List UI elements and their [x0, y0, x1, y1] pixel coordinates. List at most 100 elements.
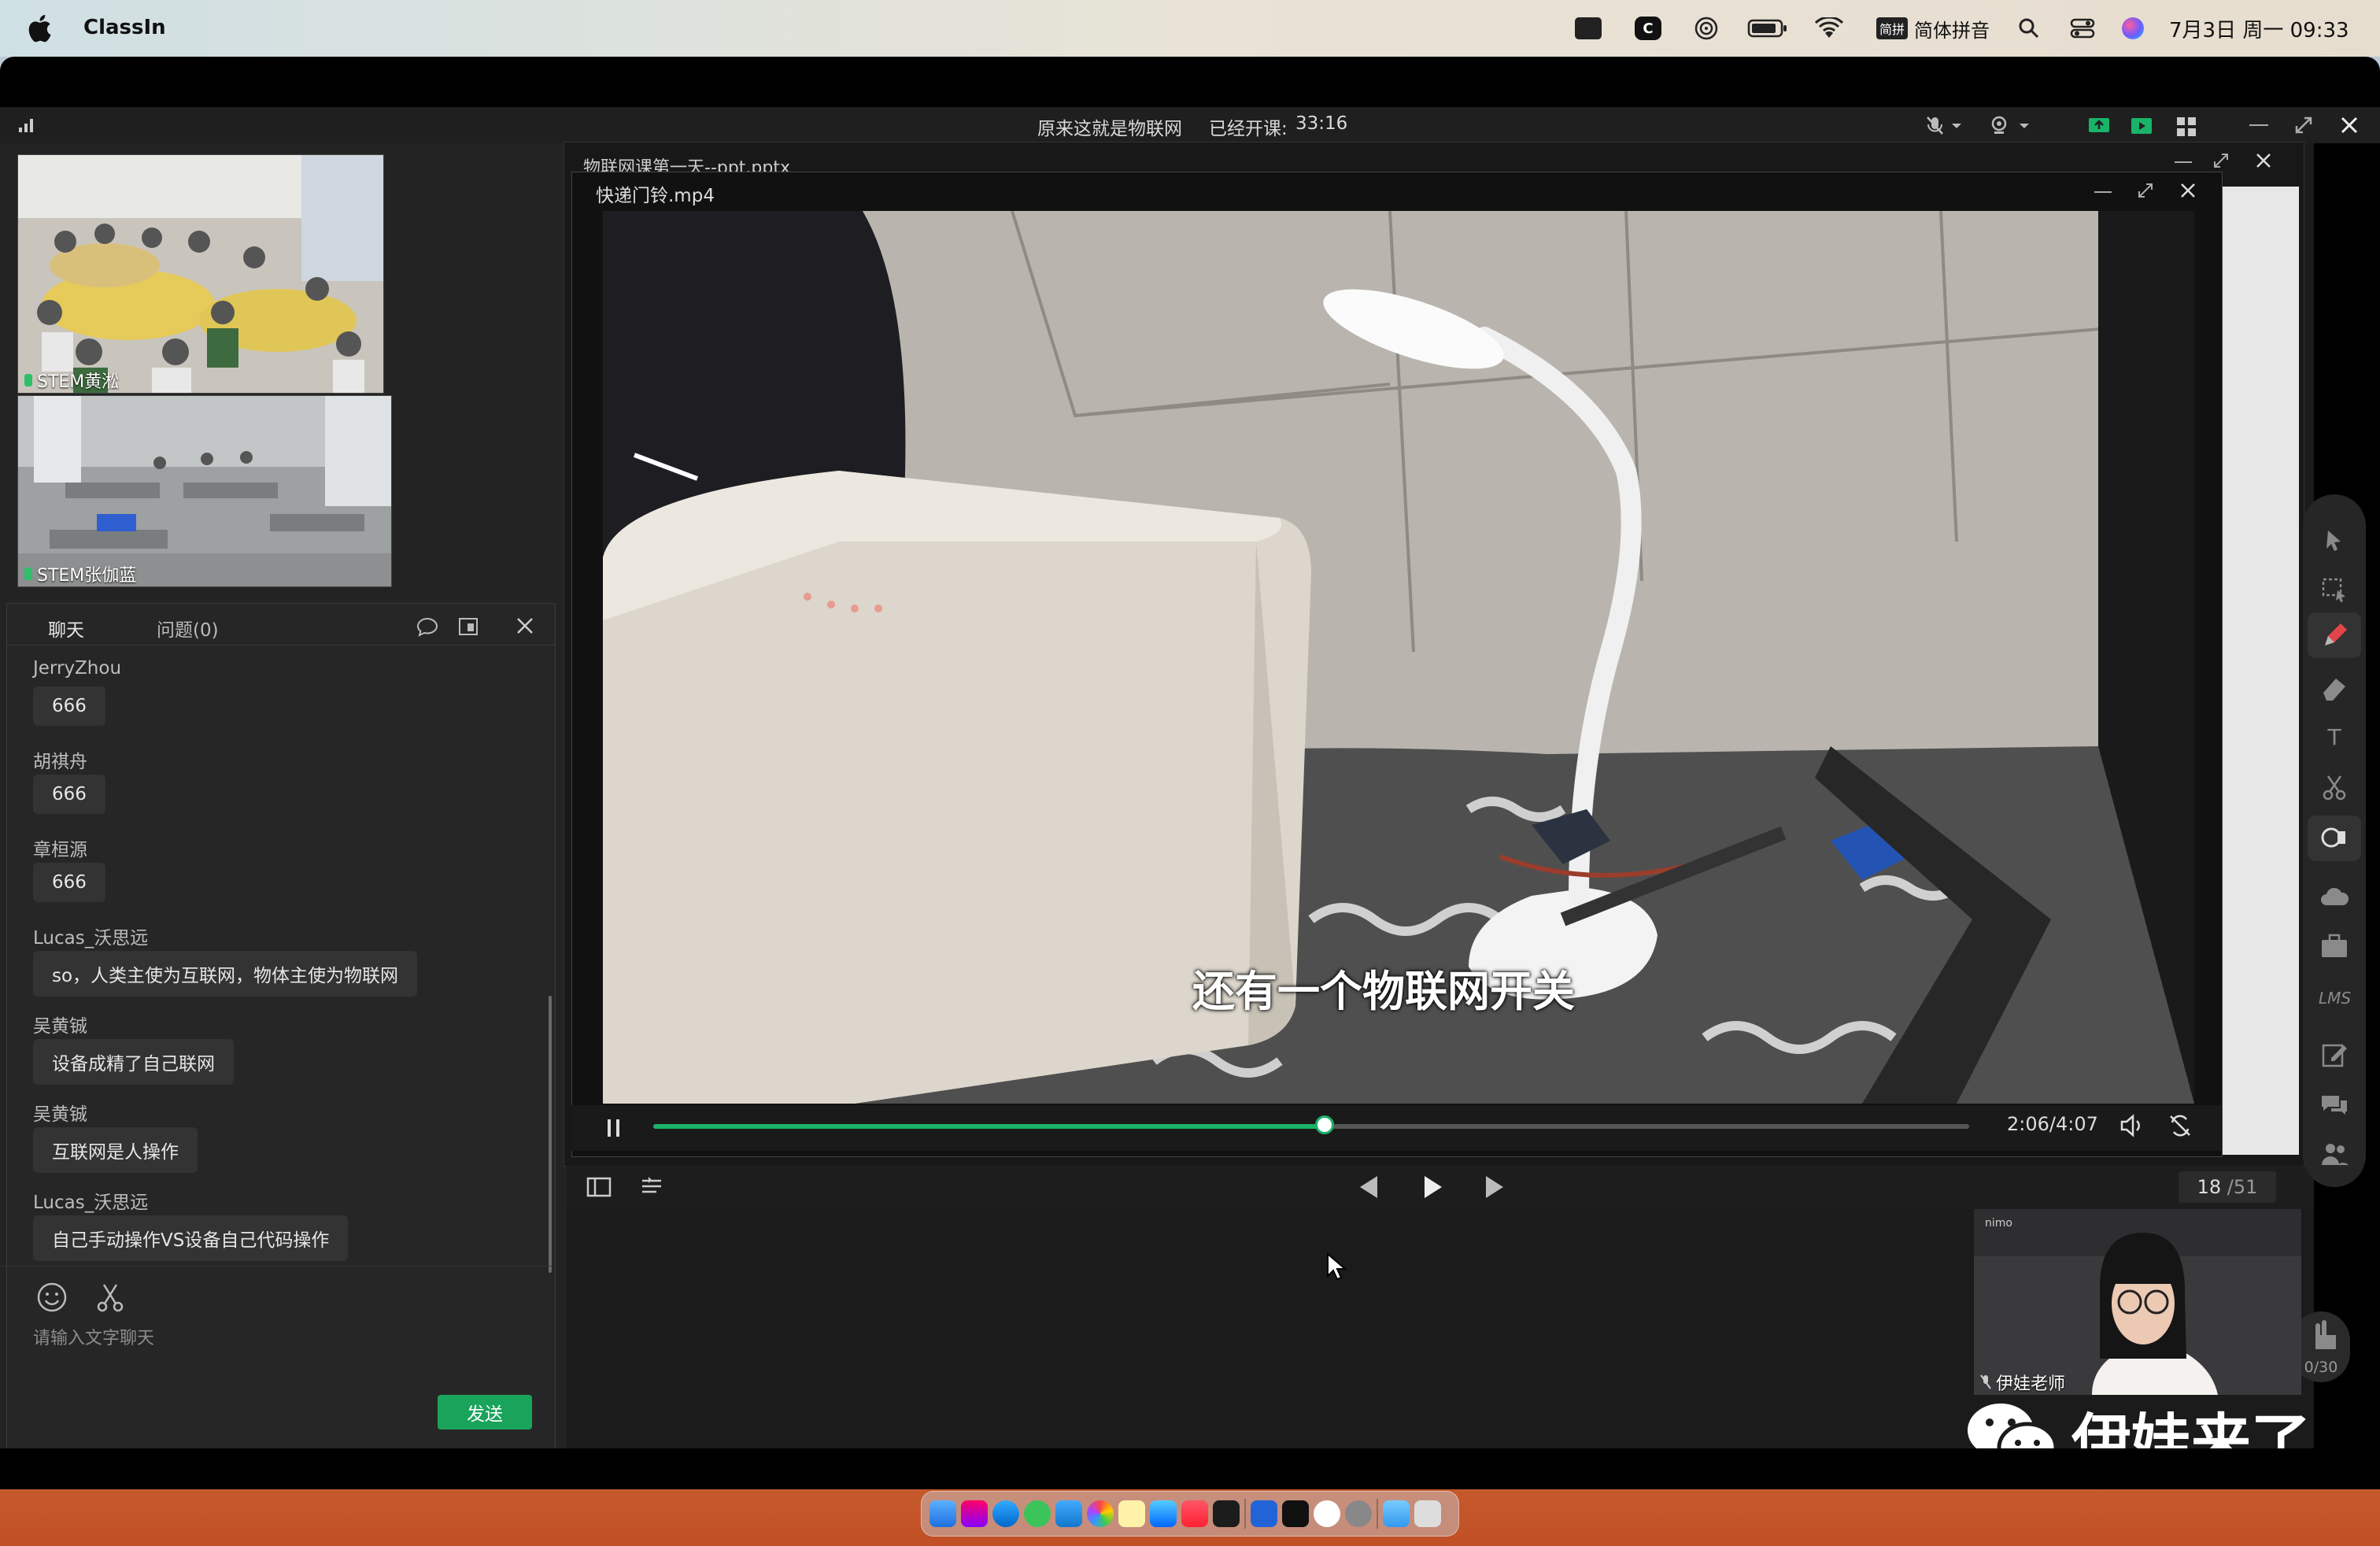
- message-user: 章桓源: [33, 840, 87, 860]
- camera-icon[interactable]: [1990, 115, 2034, 137]
- video-maximize-icon[interactable]: [2137, 182, 2154, 199]
- photos-icon[interactable]: [1087, 1500, 1114, 1527]
- input-icon: 简拼: [1876, 17, 1909, 39]
- dock: [921, 1491, 1459, 1537]
- launchpad-icon[interactable]: [961, 1500, 988, 1527]
- classroom-title-bar: 原来这就是物联网 已经开课: 33:16: [0, 107, 2380, 143]
- minimize-icon[interactable]: [2249, 124, 2268, 126]
- teacher-camera-image: [1974, 1209, 2301, 1395]
- text-tool-icon[interactable]: T: [2319, 721, 2350, 753]
- page-indicator[interactable]: 18 /51: [2179, 1171, 2276, 1203]
- classroom-video-image: [18, 396, 391, 586]
- feather-dock-icon[interactable]: [1282, 1500, 1309, 1527]
- video-progress-handle[interactable]: [1314, 1115, 1334, 1134]
- browser-dock-icon[interactable]: [1314, 1500, 1340, 1527]
- settings-dock-icon[interactable]: [1345, 1500, 1372, 1527]
- edit-tool-icon[interactable]: [2319, 1039, 2350, 1071]
- siri-icon[interactable]: [2117, 14, 2149, 43]
- raise-hand-icon: [2315, 1320, 2336, 1349]
- message-bubble: 666: [33, 686, 105, 726]
- message-user: Lucas_沃思远: [33, 928, 149, 949]
- prev-slide-icon[interactable]: [1354, 1173, 1385, 1201]
- student-video-2[interactable]: STEM张伽蓝: [17, 395, 392, 587]
- mic-muted-icon: [1980, 1374, 1991, 1389]
- student-video-1[interactable]: STEM黄淞: [17, 154, 384, 394]
- control-center-icon[interactable]: [2067, 14, 2098, 43]
- scissors-tool-icon[interactable]: [2319, 771, 2350, 803]
- finder-icon[interactable]: [929, 1500, 956, 1527]
- ppt-maximize-icon[interactable]: [2212, 152, 2230, 169]
- close-icon[interactable]: [2339, 115, 2360, 135]
- pen-tool-icon[interactable]: [2319, 620, 2350, 652]
- message-bubble: 设备成精了自己联网: [33, 1039, 234, 1085]
- popout-icon[interactable]: [457, 616, 479, 637]
- app-store-icon[interactable]: [1150, 1500, 1177, 1527]
- eraser-tool-icon[interactable]: [2319, 672, 2350, 704]
- mail-icon[interactable]: [1055, 1500, 1082, 1527]
- emoji-icon[interactable]: [36, 1282, 68, 1313]
- classin-dock-icon[interactable]: [1251, 1500, 1277, 1527]
- fullscreen-icon[interactable]: [2293, 115, 2314, 135]
- send-button[interactable]: 发送: [438, 1395, 532, 1429]
- trash-icon[interactable]: [1414, 1500, 1441, 1527]
- comment-icon[interactable]: [416, 616, 438, 637]
- chat-scrollbar[interactable]: [549, 996, 552, 1273]
- pointer-tool-icon[interactable]: [2319, 524, 2350, 556]
- scissors-icon[interactable]: [94, 1282, 126, 1313]
- message-bubble: 666: [33, 863, 105, 902]
- video-minimize-icon[interactable]: [2094, 191, 2112, 193]
- input-method-label: 简体拼音: [1914, 19, 1990, 42]
- thumbnail-panel-icon[interactable]: [586, 1176, 612, 1198]
- loop-off-icon[interactable]: [2168, 1113, 2193, 1138]
- notes-app-icon[interactable]: [1118, 1500, 1145, 1527]
- downloads-icon[interactable]: [1383, 1500, 1410, 1527]
- messages-icon[interactable]: [1024, 1500, 1051, 1527]
- message-bubble: 666: [33, 775, 105, 814]
- shape-tool-icon[interactable]: [2319, 822, 2350, 853]
- pause-icon[interactable]: [603, 1116, 625, 1140]
- airdrop-icon[interactable]: [1691, 14, 1722, 43]
- play-slide-icon[interactable]: [1418, 1173, 1447, 1201]
- video-subtitle: 还有一个物联网开关: [1192, 967, 1575, 1016]
- battery-icon[interactable]: [1746, 14, 1790, 43]
- tab-questions[interactable]: 问题(0): [157, 615, 219, 642]
- video-close-icon[interactable]: [2179, 182, 2197, 199]
- music-icon[interactable]: [1181, 1500, 1208, 1527]
- total-pages: /51: [2227, 1176, 2258, 1198]
- layout-icon[interactable]: [2175, 115, 2197, 137]
- video-timecode: 2:06/4:07: [2007, 1113, 2098, 1135]
- apple-icon[interactable]: [27, 13, 55, 44]
- cloud-tool-icon[interactable]: [2319, 882, 2350, 913]
- dock-divider: [1377, 1499, 1378, 1529]
- safari-icon[interactable]: [992, 1500, 1019, 1527]
- terminal-icon[interactable]: [1213, 1500, 1240, 1527]
- ppt-minimize-icon[interactable]: [2175, 161, 2192, 163]
- tab-chat[interactable]: 聊天: [48, 615, 84, 642]
- select-tool-icon[interactable]: [2319, 573, 2350, 605]
- feather-icon[interactable]: [1572, 14, 1604, 43]
- lms-tool[interactable]: LMS: [2319, 989, 2351, 1008]
- ppt-close-icon[interactable]: [2255, 152, 2272, 169]
- screen-share-icon[interactable]: [2087, 115, 2111, 137]
- app-name-menu[interactable]: ClassIn: [83, 16, 166, 39]
- mic-muted-icon[interactable]: [1925, 115, 1966, 137]
- elapsed-time: 33:16: [1295, 113, 1348, 134]
- notes-icon[interactable]: [639, 1176, 664, 1198]
- next-slide-icon[interactable]: [1478, 1173, 1510, 1201]
- clock[interactable]: 7月3日 周一 09:33: [2169, 14, 2349, 43]
- toolbox-icon[interactable]: [2319, 930, 2350, 962]
- wifi-icon[interactable]: [1813, 14, 1845, 43]
- chat-input[interactable]: 请输入文字聊天: [33, 1324, 154, 1349]
- video-filename: 快递门铃.mp4: [596, 186, 715, 206]
- search-icon[interactable]: [2013, 14, 2045, 43]
- discussion-tool-icon[interactable]: [2319, 1089, 2350, 1121]
- close-chat-icon[interactable]: [516, 616, 534, 635]
- message-user: Lucas_沃思远: [33, 1193, 149, 1213]
- record-icon[interactable]: [2130, 115, 2153, 137]
- classin-icon[interactable]: C: [1632, 14, 1664, 43]
- teacher-video[interactable]: nimo 伊娃老师: [1974, 1209, 2301, 1395]
- input-method[interactable]: 简拼 简体拼音: [1876, 14, 1990, 43]
- message-bubble: so，人类主使为互联网，物体主使为物联网: [33, 951, 418, 997]
- users-tool-icon[interactable]: [2319, 1138, 2350, 1170]
- volume-icon[interactable]: [2119, 1113, 2145, 1138]
